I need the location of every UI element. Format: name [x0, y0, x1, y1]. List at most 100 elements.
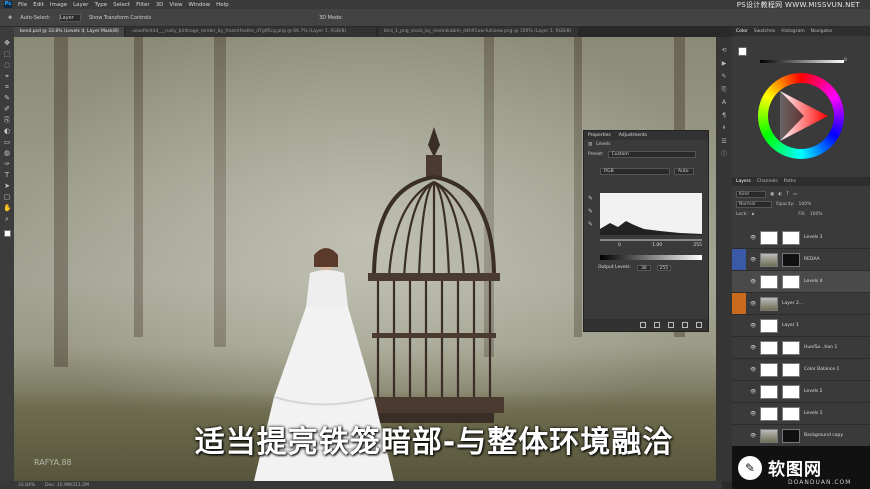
- tab-layers[interactable]: Layers: [736, 179, 751, 184]
- blend-mode-dropdown[interactable]: Normal: [736, 200, 772, 208]
- layer-thumbnail[interactable]: [760, 384, 778, 399]
- layer-row[interactable]: 👁︎ Hue/Sa...tion 1: [732, 337, 870, 359]
- hand-tool-icon[interactable]: ✋: [3, 204, 12, 212]
- layer-thumbnail[interactable]: [760, 362, 778, 377]
- black-eyedropper-icon[interactable]: ✎: [588, 195, 593, 202]
- layer-mask-thumbnail[interactable]: [782, 274, 800, 289]
- menu-select[interactable]: Select: [113, 2, 130, 8]
- tab-paths[interactable]: Paths: [784, 179, 796, 184]
- eraser-tool-icon[interactable]: ▭: [3, 138, 11, 146]
- visibility-icon[interactable]: [682, 322, 688, 328]
- move-icon[interactable]: ✥: [8, 15, 12, 21]
- reset-icon[interactable]: [668, 322, 674, 328]
- layer-name[interactable]: Levels 1: [804, 411, 823, 416]
- input-white-value[interactable]: 255: [693, 243, 702, 248]
- history-brush-tool-icon[interactable]: ◐: [3, 127, 11, 135]
- menu-help[interactable]: Help: [216, 2, 229, 8]
- lasso-tool-icon[interactable]: ◌: [3, 61, 11, 69]
- layer-mask-thumbnail[interactable]: [782, 362, 800, 377]
- tab-bend[interactable]: bend.psd @ 33.8% (Levels 4, Layer Mask/8…: [14, 27, 124, 37]
- menu-3d[interactable]: 3D: [156, 2, 164, 8]
- layer-thumbnail[interactable]: [760, 340, 778, 355]
- layer-thumbnail[interactable]: [760, 406, 778, 421]
- layer-thumbnail[interactable]: [760, 428, 778, 443]
- brush-settings-icon[interactable]: ✎: [720, 73, 728, 80]
- zoom-tool-icon[interactable]: ⌕: [3, 215, 11, 223]
- layer-row[interactable]: 👁︎ Levels 4: [732, 271, 870, 293]
- visibility-eye-icon[interactable]: 👁︎: [750, 257, 756, 263]
- lock-icon[interactable]: 🔒︎: [752, 211, 754, 217]
- brush-tool-icon[interactable]: ✐: [3, 105, 11, 113]
- input-black-value[interactable]: 0: [618, 243, 621, 248]
- layer-filter-dropdown[interactable]: Kind: [736, 190, 766, 198]
- tab-birdcage[interactable]: uexofield44___rusty_birdcage_render_by_f…: [126, 27, 376, 37]
- show-transform-checkbox[interactable]: Show Transform Controls: [89, 15, 151, 21]
- paragraph-icon[interactable]: ¶: [720, 112, 728, 119]
- pen-tool-icon[interactable]: ✑: [3, 160, 11, 168]
- filter-type-icon[interactable]: T: [786, 192, 789, 197]
- layer-mask-thumbnail[interactable]: [782, 340, 800, 355]
- gray-eyedropper-icon[interactable]: ✎: [588, 208, 593, 215]
- tab-navigator[interactable]: Navigator: [811, 29, 833, 34]
- crop-tool-icon[interactable]: ⌗: [3, 83, 11, 91]
- output-black-value[interactable]: 30: [636, 265, 651, 271]
- output-levels-slider[interactable]: [600, 255, 702, 260]
- glyphs-icon[interactable]: ª: [720, 125, 728, 132]
- trash-icon[interactable]: [696, 322, 702, 328]
- menu-view[interactable]: View: [169, 2, 182, 8]
- layer-row[interactable]: 👁︎ Layer 2...: [732, 293, 870, 315]
- layer-thumbnail[interactable]: [760, 318, 778, 333]
- filter-pixel-icon[interactable]: ▣: [770, 192, 774, 197]
- foreground-color-chip[interactable]: [738, 47, 747, 56]
- clone-source-icon[interactable]: ⎘: [720, 86, 728, 93]
- fill-value[interactable]: 100%: [810, 212, 823, 217]
- color-triangle[interactable]: [768, 83, 834, 149]
- layer-name[interactable]: Levels 4: [804, 279, 823, 284]
- color-wheel[interactable]: [758, 73, 844, 159]
- visibility-eye-icon[interactable]: 👁︎: [750, 367, 756, 373]
- actions-icon[interactable]: ▶: [720, 60, 728, 67]
- layer-name[interactable]: Levels 3: [804, 235, 823, 240]
- layer-thumbnail[interactable]: [760, 230, 778, 245]
- preset-dropdown[interactable]: Custom: [607, 151, 696, 158]
- tab-swatches[interactable]: Swatches: [754, 29, 776, 34]
- menu-layer[interactable]: Layer: [73, 2, 88, 8]
- layer-name[interactable]: Background copy: [804, 433, 843, 438]
- tab-properties[interactable]: Properties: [588, 133, 611, 138]
- layer-mask-thumbnail[interactable]: [782, 428, 800, 443]
- tab-color[interactable]: Color: [736, 29, 748, 34]
- tab-histogram[interactable]: Histogram: [781, 29, 804, 34]
- menu-type[interactable]: Type: [94, 2, 107, 8]
- history-icon[interactable]: ⟲: [720, 47, 728, 54]
- layer-row[interactable]: 👁︎ Color Balance 1: [732, 359, 870, 381]
- layer-row[interactable]: 👁︎ Background copy: [732, 425, 870, 447]
- menu-image[interactable]: Image: [50, 2, 67, 8]
- layer-row[interactable]: 👁︎ REDAA: [732, 249, 870, 271]
- layer-name[interactable]: Color Balance 1: [804, 367, 839, 372]
- layer-row[interactable]: 👁︎ Layer 1: [732, 315, 870, 337]
- move-tool-icon[interactable]: ✥: [3, 39, 11, 47]
- layer-mask-thumbnail[interactable]: [782, 230, 800, 245]
- menu-filter[interactable]: Filter: [136, 2, 150, 8]
- quick-select-tool-icon[interactable]: ⌖: [3, 72, 11, 80]
- eyedropper-tool-icon[interactable]: ✎: [3, 94, 11, 102]
- menu-edit[interactable]: Edit: [33, 2, 44, 8]
- layer-row[interactable]: 👁︎ Levels 3: [732, 227, 870, 249]
- layer-mask-thumbnail[interactable]: [782, 406, 800, 421]
- layer-row[interactable]: 👁︎ Levels 1: [732, 403, 870, 425]
- foreground-color-swatch[interactable]: [3, 230, 11, 237]
- visibility-eye-icon[interactable]: 👁︎: [750, 389, 756, 395]
- view-previous-icon[interactable]: [654, 322, 660, 328]
- clip-to-layer-icon[interactable]: [640, 322, 646, 328]
- layer-row[interactable]: 👁︎ Levels 2: [732, 381, 870, 403]
- layer-name[interactable]: Layer 2...: [782, 301, 803, 306]
- shape-tool-icon[interactable]: ▢: [3, 193, 11, 201]
- layer-thumbnail[interactable]: [760, 296, 778, 311]
- clone-stamp-tool-icon[interactable]: ⎘: [3, 116, 11, 124]
- auto-button[interactable]: Auto: [674, 168, 694, 175]
- type-tool-icon[interactable]: T: [3, 171, 11, 179]
- visibility-eye-icon[interactable]: 👁︎: [750, 345, 756, 351]
- input-gamma-value[interactable]: 1.00: [652, 243, 662, 248]
- path-select-tool-icon[interactable]: ➤: [3, 182, 11, 190]
- input-levels-slider[interactable]: [600, 239, 702, 241]
